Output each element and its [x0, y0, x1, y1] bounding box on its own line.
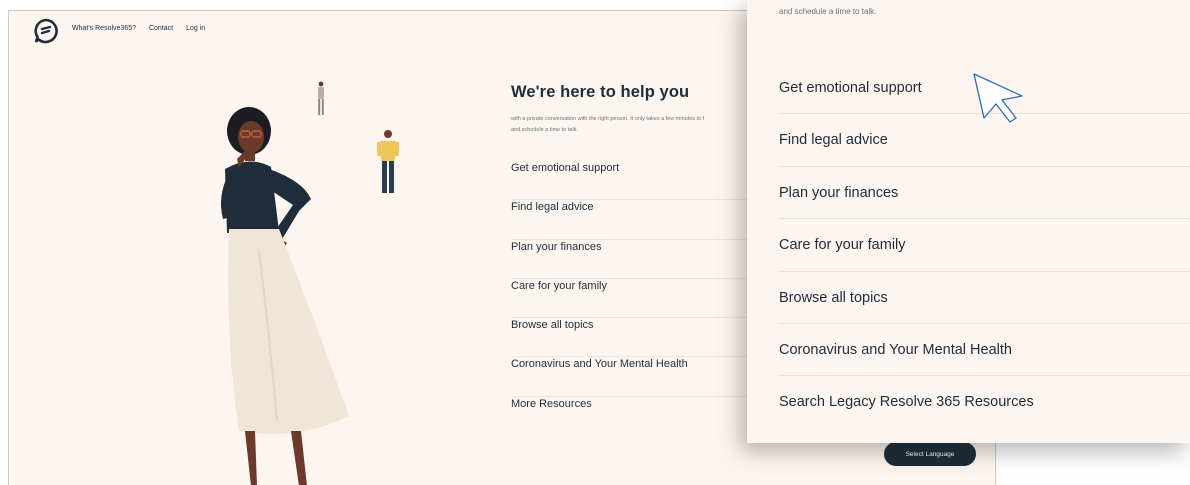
zoom-topic-coronavirus[interactable]: Coronavirus and Your Mental Health	[779, 324, 1190, 377]
help-intro: with a private conversation with the rig…	[511, 114, 751, 135]
topic-link-family[interactable]: Care for your family	[511, 279, 771, 319]
topic-link-more-resources[interactable]: More Resources	[511, 397, 771, 436]
help-intro-line1: with a private conversation with the rig…	[511, 116, 705, 122]
zoom-topic-legacy-resources[interactable]: Search Legacy Resolve 365 Resources	[779, 376, 1190, 428]
mouse-pointer-icon	[973, 73, 1023, 123]
small-person-grey-illustration	[318, 81, 324, 115]
top-navigation: What's Resolve365? Contact Log in	[72, 25, 205, 32]
topic-link-emotional-support[interactable]: Get emotional support	[511, 161, 771, 201]
topic-link-coronavirus[interactable]: Coronavirus and Your Mental Health	[511, 357, 771, 397]
nav-link-login[interactable]: Log in	[186, 25, 205, 32]
select-language-button[interactable]: Select Language	[884, 442, 976, 466]
zoomed-topic-panel: and schedule a time to talk. Get emotion…	[747, 0, 1190, 443]
zoom-intro: and schedule a time to talk.	[779, 7, 877, 16]
nav-link-contact[interactable]: Contact	[149, 25, 173, 32]
woman-illustration	[221, 107, 349, 485]
help-intro-line2: and schedule a time to talk.	[511, 126, 578, 133]
zoom-topic-family[interactable]: Care for your family	[779, 219, 1190, 272]
topic-link-browse-all[interactable]: Browse all topics	[511, 318, 771, 358]
nav-link-whats-resolve[interactable]: What's Resolve365?	[72, 25, 136, 32]
zoom-topic-finances[interactable]: Plan your finances	[779, 167, 1190, 220]
zoom-topic-browse-all[interactable]: Browse all topics	[779, 272, 1190, 324]
resolve-logo-icon[interactable]	[33, 18, 59, 44]
topic-link-legal-advice[interactable]: Find legal advice	[511, 200, 771, 240]
topic-link-finances[interactable]: Plan your finances	[511, 240, 771, 279]
small-person-yellow-illustration	[377, 130, 399, 193]
